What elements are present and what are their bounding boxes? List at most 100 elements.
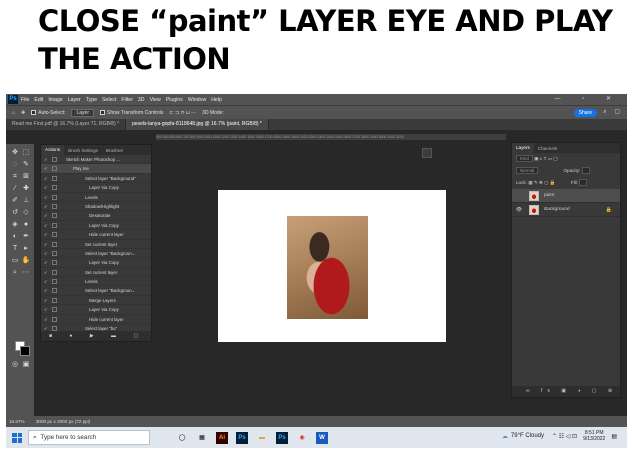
tab-brushes[interactable]: Brushes [102, 148, 127, 153]
healing-brush-icon[interactable]: ✚ [21, 184, 31, 194]
tab-channels[interactable]: Channels [534, 146, 561, 151]
clock[interactable]: 8:51 PM 9/13/2022 [583, 430, 605, 442]
windows-start-icon[interactable] [12, 432, 22, 443]
dialog-toggle[interactable] [52, 297, 57, 303]
word-icon[interactable]: W [316, 431, 328, 444]
zoom-tool-icon[interactable]: ⌕ [10, 268, 20, 278]
photoshop-active-icon[interactable]: Ps [276, 431, 288, 444]
dialog-toggle[interactable] [52, 288, 57, 294]
dialog-toggle[interactable] [52, 175, 57, 181]
menu-filter[interactable]: Filter [121, 97, 133, 103]
align-icons[interactable]: ⊏ ⊐ ⊓ ⊔ ⋯ [169, 110, 196, 116]
dialog-toggle[interactable] [52, 260, 57, 266]
more-tools-icon[interactable]: ⋯ [21, 268, 31, 278]
photoshop-icon[interactable]: Ps [236, 431, 248, 444]
layers-footer-icons[interactable]: ∞ fx ▣ ◑ ▢ ⊕ ☒ [512, 386, 620, 397]
marquee-tool-icon[interactable]: ⬚ [21, 148, 31, 158]
task-view-icon[interactable]: ◯ [176, 432, 188, 444]
dodge-tool-icon[interactable]: ◐ [10, 232, 20, 242]
menu-plugins[interactable]: Plugins [166, 97, 183, 103]
crop-tool-icon[interactable]: ⌗ [10, 172, 20, 182]
home-icon[interactable]: ⌂ [12, 110, 15, 116]
action-row[interactable]: ✓ Levels [41, 277, 151, 287]
lock-icons[interactable]: ▦ ✎ ✥ ▢ 🔒 [528, 180, 555, 185]
dialog-toggle[interactable] [52, 316, 57, 322]
action-row[interactable]: ✓ Levels [41, 193, 151, 202]
menu-file[interactable]: File [21, 97, 29, 103]
rectangle-tool-icon[interactable]: ▭ [10, 256, 20, 266]
dialog-toggle[interactable] [52, 222, 57, 228]
pen-tool-icon[interactable]: ✒ [21, 232, 31, 242]
show-transform-checkbox[interactable]: Show Transform Controls [100, 110, 163, 116]
check-icon[interactable]: ✓ [44, 211, 48, 220]
check-icon[interactable]: ✓ [44, 193, 48, 202]
auto-select-checkbox[interactable]: Auto-Select: [31, 110, 65, 116]
menu-3d[interactable]: 3D [138, 97, 145, 103]
screen-mode-icon[interactable]: ▣ [21, 360, 31, 370]
auto-select-dropdown[interactable]: Layer [71, 108, 94, 117]
check-icon[interactable]: ✓ [44, 249, 48, 258]
move-tool-icon[interactable]: ✥ [21, 110, 25, 116]
menu-edit[interactable]: Edit [34, 97, 43, 103]
history-brush-icon[interactable]: ↺ [10, 208, 20, 218]
action-row[interactable]: ✓ Layer Via Copy [41, 258, 151, 268]
dialog-toggle[interactable] [52, 250, 57, 256]
document-size[interactable]: 3000 px x 2000 px (72 ppi) [36, 419, 90, 424]
eye-icon[interactable]: 👁 [515, 203, 523, 217]
blend-mode-dropdown[interactable]: Normal [516, 167, 539, 175]
action-row[interactable]: ✓ Select layer "Backgroun... [41, 249, 151, 259]
check-icon[interactable]: ✓ [44, 286, 48, 295]
paint-bucket-icon[interactable]: ◈ [10, 220, 20, 230]
check-icon[interactable]: ✓ [44, 268, 48, 277]
action-row[interactable]: ✓ Set current layer [41, 268, 151, 278]
history-panel-icon[interactable] [422, 148, 432, 158]
dialog-toggle[interactable] [52, 166, 57, 172]
action-row[interactable]: ✓ Select layer "Background" [41, 174, 151, 184]
kind-filter-dropdown[interactable]: Kind [516, 155, 533, 163]
tray-icons[interactable]: ⌃ ☷ ◁ ⊡ [552, 433, 577, 440]
check-icon[interactable]: ✓ [44, 277, 48, 286]
dialog-toggle[interactable] [52, 203, 57, 209]
file-explorer-icon[interactable]: ▦ [196, 432, 208, 444]
zoom-level[interactable]: 16.67% [9, 419, 25, 424]
action-row[interactable]: ✓ Select layer "Backgroun... [41, 286, 151, 296]
tab-read-me-first[interactable]: Read me First.pdf @ 16.7% (Layer 71, RGB… [6, 119, 127, 130]
type-tool-icon[interactable]: T [10, 244, 20, 254]
layer-row-background[interactable]: 👁 Background 🔒 [512, 203, 620, 217]
action-row[interactable]: ✓ Layer Via Copy [41, 221, 151, 231]
background-color-swatch[interactable] [20, 346, 30, 356]
move-tool-icon[interactable]: ✥ [10, 148, 20, 158]
fill-field[interactable] [579, 179, 588, 187]
action-row[interactable]: ✓ Desaturate [41, 211, 151, 221]
opacity-field[interactable] [581, 167, 590, 175]
eraser-icon[interactable]: ◇ [21, 208, 31, 218]
lasso-tool-icon[interactable]: ◌ [10, 160, 20, 170]
quick-mask-icon[interactable]: ◎ [10, 360, 20, 370]
check-icon[interactable]: ✓ [44, 155, 48, 164]
action-row[interactable]: ✓ Merge Layers [41, 296, 151, 306]
action-row[interactable]: ✓ Shadow/Highlight [41, 202, 151, 212]
chrome-icon[interactable]: ◉ [296, 432, 308, 444]
menu-help[interactable]: Help [211, 97, 222, 103]
action-row[interactable]: ✓ Layer Via Copy [41, 305, 151, 315]
illustrator-icon[interactable]: Ai [216, 431, 228, 444]
check-icon[interactable]: ✓ [44, 202, 48, 211]
folder-icon[interactable]: ▬ [256, 432, 268, 444]
check-icon[interactable]: ✓ [44, 183, 48, 192]
frame-tool-icon[interactable]: ⊠ [21, 172, 31, 182]
check-icon[interactable]: ✓ [44, 221, 48, 230]
menu-layer[interactable]: Layer [68, 97, 81, 103]
blur-tool-icon[interactable]: ● [21, 220, 31, 230]
window-controls-icon[interactable]: — ▫ ✕ [555, 95, 622, 102]
action-row[interactable]: ✓ Hide current layer [41, 230, 151, 240]
check-icon[interactable]: ✓ [44, 305, 48, 314]
eyedropper-icon[interactable]: ⁄ [10, 184, 20, 194]
action-row[interactable]: ✓ Layer Via Copy [41, 183, 151, 193]
check-icon[interactable]: ✓ [44, 230, 48, 239]
path-select-icon[interactable]: ▸ [21, 244, 31, 254]
tab-actions[interactable]: Actions [41, 145, 65, 155]
stamp-tool-icon[interactable]: ⊥ [21, 196, 31, 206]
magic-wand-icon[interactable]: ✎ [21, 160, 31, 170]
actions-footer-icons[interactable]: ■ ● ▶ ▬ ▢ ⊞ ⊟ [41, 331, 151, 341]
dialog-toggle[interactable] [52, 279, 57, 285]
